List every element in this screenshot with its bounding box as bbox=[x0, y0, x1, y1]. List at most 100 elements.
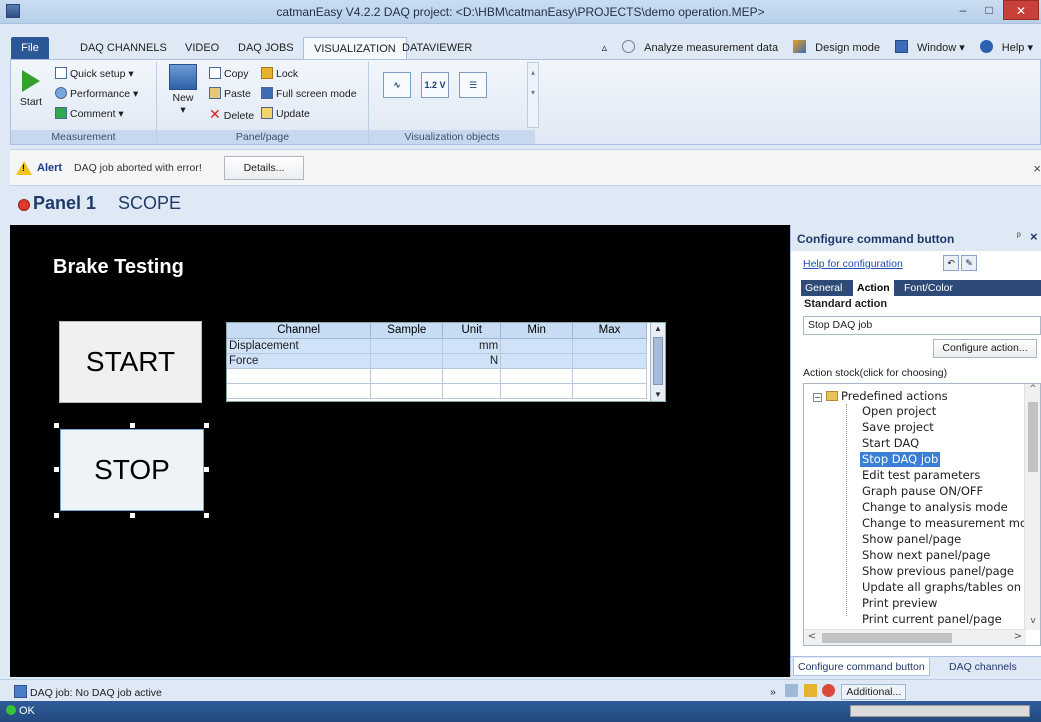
table-row[interactable] bbox=[227, 383, 647, 399]
tab-video[interactable]: VIDEO bbox=[175, 37, 229, 59]
scroll-down-icon[interactable]: ▼ bbox=[652, 389, 664, 401]
list-item[interactable]: Change to measurement mo bbox=[862, 516, 1027, 531]
scroll-up-icon[interactable]: ^ bbox=[1027, 384, 1039, 398]
list-item[interactable]: Print preview bbox=[862, 596, 937, 611]
list-item[interactable]: Update all graphs/tables on bbox=[862, 580, 1021, 595]
minimize-button[interactable]: – bbox=[950, 0, 976, 20]
quick-setup-button[interactable]: Quick setup ▾ bbox=[55, 66, 134, 82]
additional-button[interactable]: Additional... bbox=[841, 684, 907, 700]
copy-button[interactable]: Copy bbox=[209, 66, 249, 82]
table-row[interactable]: Force N bbox=[227, 353, 647, 369]
update-button[interactable]: Update bbox=[261, 106, 310, 122]
list-item[interactable]: Print current panel/page bbox=[862, 612, 1002, 627]
column-header[interactable]: Sample bbox=[370, 323, 444, 339]
tree-horizontal-scrollbar[interactable]: < > bbox=[804, 629, 1026, 645]
tree-vertical-scrollbar[interactable]: ^ v bbox=[1024, 384, 1040, 630]
lock-button[interactable]: Lock bbox=[261, 66, 298, 82]
list-item[interactable]: Edit test parameters bbox=[862, 468, 980, 483]
edit-icon[interactable]: ✎ bbox=[961, 255, 977, 271]
resize-handle[interactable] bbox=[204, 467, 209, 472]
tab-scope[interactable]: SCOPE bbox=[118, 193, 181, 214]
scroll-left-icon[interactable]: < bbox=[806, 631, 818, 642]
list-item-selected[interactable]: Stop DAQ job bbox=[860, 452, 941, 467]
list-item[interactable]: Show previous panel/page bbox=[862, 564, 1014, 579]
delete-button[interactable]: ✕ Delete bbox=[209, 106, 254, 122]
scroll-thumb[interactable] bbox=[822, 633, 952, 643]
help-menu[interactable]: Help ▾ bbox=[974, 40, 1033, 54]
tab-daq-channels[interactable]: DAQ CHANNELS bbox=[70, 37, 177, 59]
tab-file[interactable]: File bbox=[11, 37, 49, 59]
resize-handle[interactable] bbox=[54, 513, 59, 518]
list-item[interactable]: Graph pause ON/OFF bbox=[862, 484, 983, 499]
list-item[interactable]: Save project bbox=[862, 420, 934, 435]
configure-action-button[interactable]: Configure action... bbox=[933, 339, 1037, 358]
tab-daq-channels-pane[interactable]: DAQ channels bbox=[945, 658, 1021, 676]
pane-close-icon[interactable]: × bbox=[1030, 229, 1038, 244]
analyze-measurement-data[interactable]: Analyze measurement data bbox=[616, 40, 778, 54]
details-button[interactable]: Details... bbox=[224, 156, 304, 180]
list-item[interactable]: Show panel/page bbox=[862, 532, 961, 547]
gallery-scroll[interactable]: ▴ ▾ bbox=[527, 62, 539, 128]
tab-general[interactable]: General bbox=[801, 280, 846, 296]
resize-handle[interactable] bbox=[204, 423, 209, 428]
table-scrollbar[interactable]: ▲ ▼ bbox=[650, 323, 665, 401]
tab-action[interactable]: Action bbox=[853, 280, 894, 296]
new-button[interactable]: New ▾ bbox=[167, 64, 199, 116]
scroll-thumb[interactable] bbox=[1028, 402, 1038, 472]
full-screen-button[interactable]: Full screen mode bbox=[261, 86, 357, 102]
list-item[interactable]: Start DAQ bbox=[862, 436, 919, 451]
resize-handle[interactable] bbox=[54, 423, 59, 428]
window-menu[interactable]: Window ▾ bbox=[889, 40, 965, 54]
graph-object-icon[interactable]: ∿ bbox=[383, 72, 411, 98]
list-item[interactable]: Show next panel/page bbox=[862, 548, 990, 563]
tab-daq-jobs[interactable]: DAQ JOBS bbox=[228, 37, 304, 59]
action-tree[interactable]: − Predefined actions Open project Save pr… bbox=[803, 383, 1041, 646]
stop-command-button[interactable]: STOP bbox=[60, 429, 204, 511]
standard-action-field[interactable]: Stop DAQ job bbox=[803, 316, 1041, 335]
column-header[interactable]: Channel bbox=[227, 323, 372, 339]
maximize-button[interactable]: □ bbox=[976, 0, 1002, 20]
comment-button[interactable]: Comment ▾ bbox=[55, 106, 124, 122]
digital-display-icon[interactable]: 1.2 V bbox=[421, 72, 449, 98]
tab-configure-command-button[interactable]: Configure command button bbox=[793, 658, 930, 676]
scroll-down-icon[interactable]: v bbox=[1027, 616, 1039, 630]
tab-panel-1[interactable]: Panel 1 bbox=[33, 193, 96, 214]
expand-icon[interactable]: » bbox=[770, 686, 776, 698]
performance-button[interactable]: Performance ▾ bbox=[55, 86, 138, 102]
tab-dataviewer[interactable]: DATAVIEWER bbox=[392, 37, 482, 59]
collapse-ribbon-icon[interactable]: ▵ bbox=[602, 42, 608, 54]
column-header[interactable]: Max bbox=[572, 323, 647, 339]
column-header[interactable]: Min bbox=[500, 323, 574, 339]
resize-handle[interactable] bbox=[130, 423, 135, 428]
start-command-button[interactable]: START bbox=[59, 321, 202, 403]
design-mode[interactable]: Design mode bbox=[787, 40, 880, 54]
start-button[interactable]: Start bbox=[15, 64, 47, 108]
paste-button[interactable]: Paste bbox=[209, 86, 251, 102]
folder-icon bbox=[826, 391, 838, 401]
tab-font-color[interactable]: Font/Color bbox=[900, 280, 957, 296]
table-object-icon[interactable]: ☰ bbox=[459, 72, 487, 98]
panel-canvas[interactable]: Brake Testing START STOP Channel Sample … bbox=[10, 225, 790, 677]
collapse-icon[interactable]: − bbox=[813, 393, 822, 402]
close-button[interactable]: ✕ bbox=[1003, 0, 1039, 20]
scroll-thumb[interactable] bbox=[653, 337, 663, 385]
alert-close-icon[interactable]: × bbox=[1033, 161, 1041, 176]
tree-root[interactable]: − Predefined actions bbox=[813, 389, 948, 404]
channel-table[interactable]: Channel Sample Unit Min Max Displacement… bbox=[226, 322, 666, 402]
table-row[interactable]: Displacement mm bbox=[227, 338, 647, 354]
resize-handle[interactable] bbox=[54, 467, 59, 472]
scroll-up-icon[interactable]: ▲ bbox=[652, 323, 664, 335]
column-header[interactable]: Unit bbox=[442, 323, 502, 339]
list-item[interactable]: Change to analysis mode bbox=[862, 500, 1008, 515]
help-link[interactable]: Help for configuration bbox=[803, 258, 903, 270]
resize-handle[interactable] bbox=[130, 513, 135, 518]
pin-icon[interactable]: ᵖ bbox=[1017, 231, 1021, 242]
clock-icon[interactable] bbox=[822, 684, 836, 697]
scroll-right-icon[interactable]: > bbox=[1012, 631, 1024, 642]
sensor-icon[interactable] bbox=[784, 684, 798, 697]
list-item[interactable]: Open project bbox=[862, 404, 936, 419]
table-row[interactable] bbox=[227, 368, 647, 384]
info-icon[interactable] bbox=[803, 684, 817, 697]
undo-icon[interactable]: ↶ bbox=[943, 255, 959, 271]
resize-handle[interactable] bbox=[204, 513, 209, 518]
